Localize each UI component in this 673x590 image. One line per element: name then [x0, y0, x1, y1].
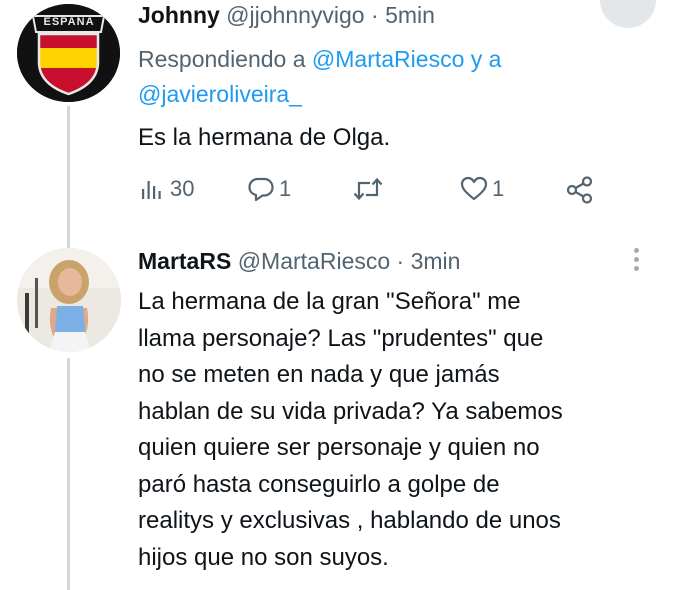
timestamp[interactable]: 3min	[411, 248, 461, 274]
separator-dot: ·	[371, 2, 379, 28]
reply-context: Respondiendo a @MartaRiesco y a @javiero…	[138, 42, 638, 112]
tweet-text-line: hijos que no son suyos.	[138, 543, 389, 571]
retweet-icon	[352, 176, 384, 202]
share-action[interactable]	[566, 176, 594, 204]
user-handle[interactable]: @jjohnnyvigo	[226, 2, 364, 28]
reply-prefix: Respondiendo a	[138, 46, 306, 72]
avatar-badge-text: ESPAÑA	[43, 16, 95, 28]
retweet-action[interactable]	[352, 176, 384, 202]
tweet-text-line: quien quiere ser personaje y quien no	[138, 434, 540, 461]
thread-connector-line	[67, 106, 70, 254]
heart-icon	[460, 176, 488, 202]
tweet-text-line: La hermana de la gran "Señora" me	[138, 288, 521, 315]
more-vertical-icon[interactable]	[634, 248, 640, 275]
share-icon	[566, 176, 594, 204]
separator-dot: ·	[396, 248, 405, 274]
reply-action[interactable]: 1	[247, 176, 291, 202]
tweet-text-line: paró hasta conseguirlo a golpe de	[138, 470, 500, 498]
mention-link[interactable]: @MartaRiesco	[312, 46, 464, 72]
tweet-actions: 30 1 1	[140, 176, 600, 206]
tweet-text-line: realitys y exclusivas , hablando de unos	[138, 507, 561, 534]
thread-connector-line-bottom	[67, 358, 70, 590]
mention-link[interactable]: @javieroliveira_	[138, 81, 302, 107]
bar-chart-icon	[140, 177, 164, 201]
like-action[interactable]: 1	[460, 176, 504, 202]
display-name[interactable]: MartaRS	[138, 248, 231, 274]
views-action[interactable]: 30	[140, 176, 194, 202]
like-count: 1	[492, 176, 505, 201]
avatar-martars[interactable]	[17, 248, 121, 352]
reply-joiner: y a	[470, 46, 502, 72]
timestamp[interactable]: 5min	[385, 2, 435, 28]
avatar-johnny[interactable]: ESPAÑA	[17, 4, 120, 102]
speech-bubble-icon	[247, 176, 275, 202]
tweet-text: La hermana de la gran "Señora" me llama …	[138, 284, 658, 576]
views-count: 30	[170, 176, 195, 201]
tweet-header-martars: MartaRS @MartaRiesco · 3min	[138, 248, 460, 275]
tweet-text-line: no se meten en nada y que jamás	[138, 361, 500, 388]
profile-photo-icon	[17, 248, 121, 352]
tweet-header-johnny: Johnny @jjohnnyvigo · 5min	[138, 2, 435, 29]
reply-count: 1	[279, 176, 292, 201]
display-name[interactable]: Johnny	[138, 2, 220, 28]
tweet-text-line: hablan de su vida privada? Ya sabemos	[138, 397, 563, 425]
tweet-text-line: llama personaje? Las "prudentes" que	[138, 324, 544, 352]
tweet-text: Es la hermana de Olga.	[138, 124, 391, 151]
user-handle[interactable]: @MartaRiesco	[238, 248, 390, 274]
top-corner-button[interactable]	[600, 0, 656, 28]
